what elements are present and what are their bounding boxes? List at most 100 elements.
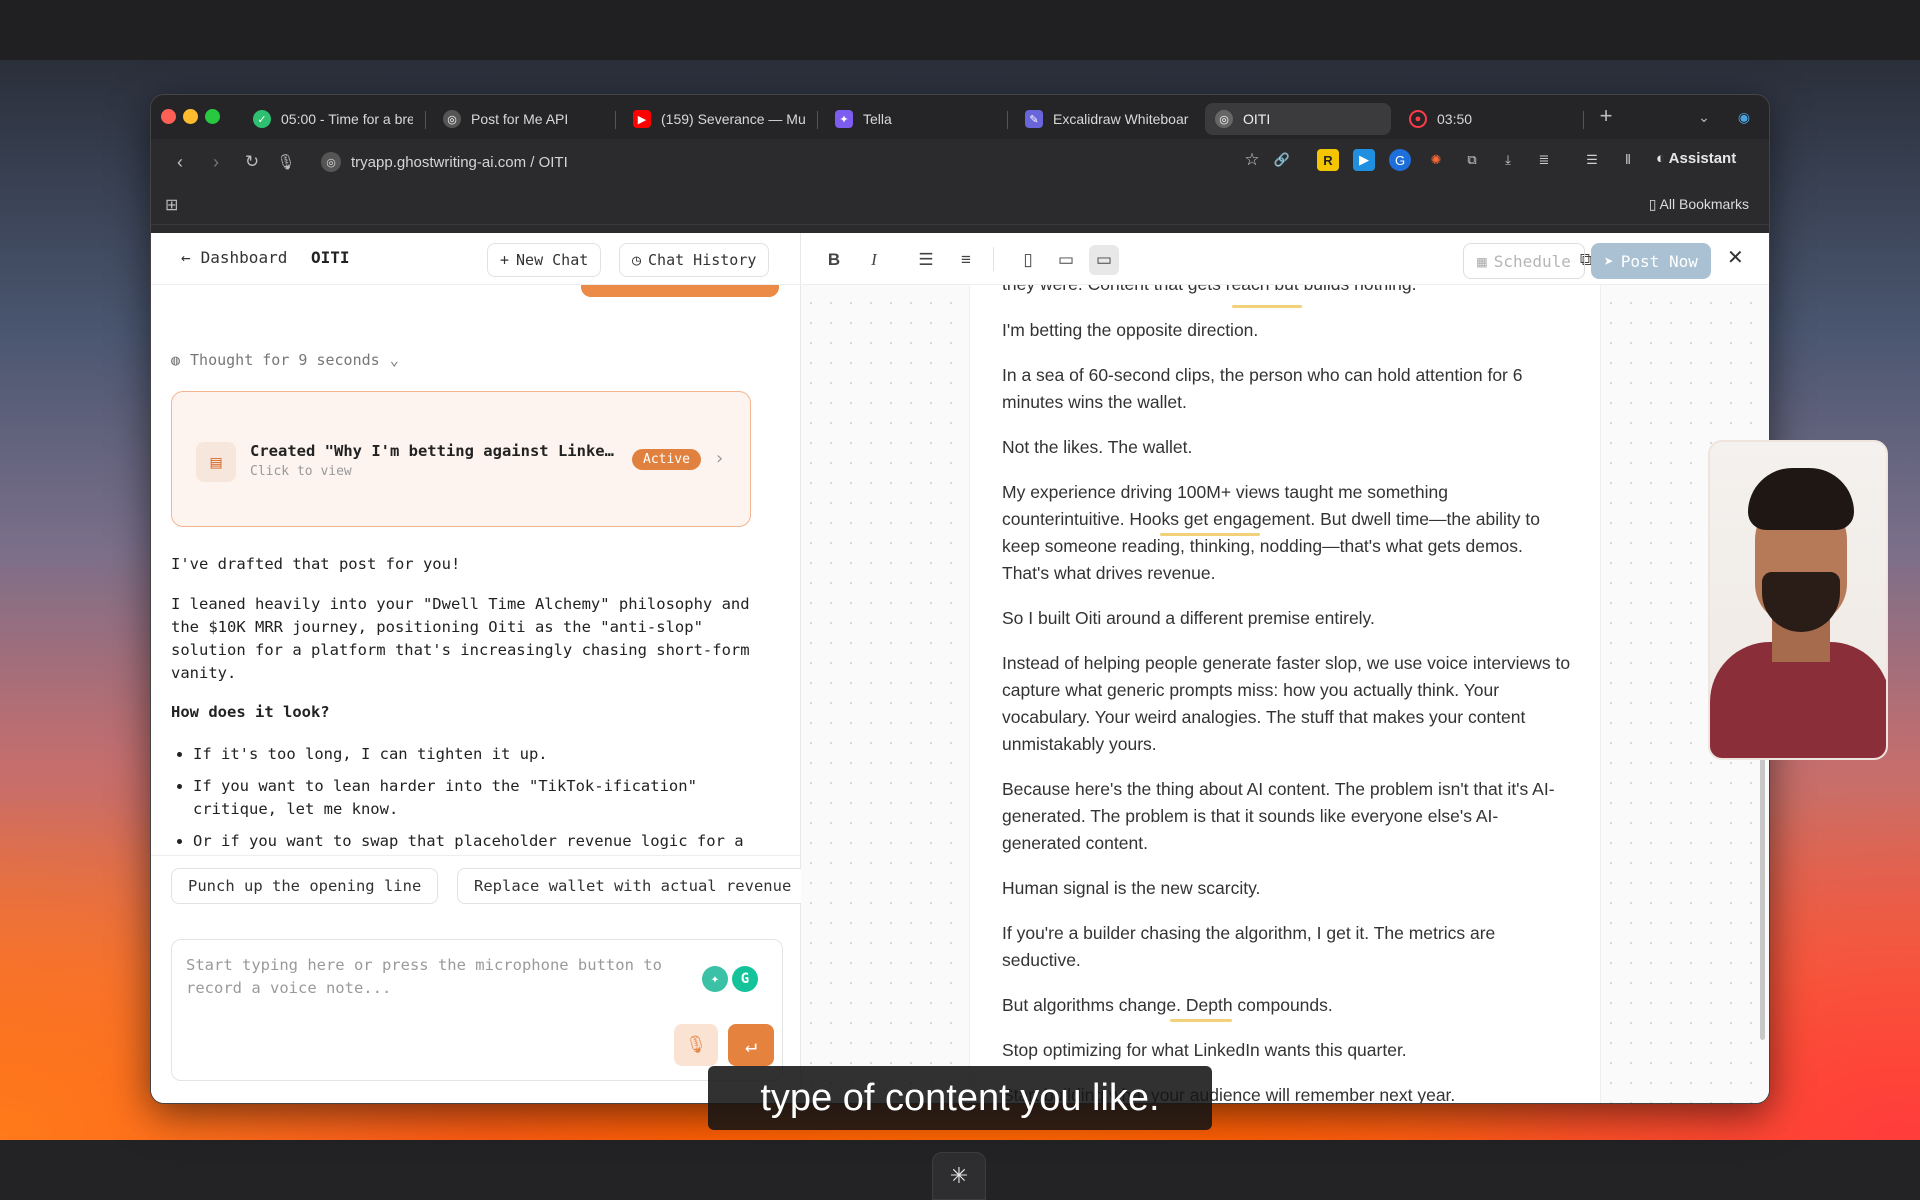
app-content: ← Dashboard OITI + New Chat ◷ Chat Histo… [151, 233, 1769, 1103]
post-now-button[interactable]: ➤ Post Now [1591, 243, 1711, 279]
list-item: If it's too long, I can tighten it up. [193, 743, 761, 766]
brain-icon: ◍ [171, 351, 181, 369]
tab-tella[interactable]: ✦ Tella [825, 103, 995, 135]
check-circle-icon: ✓ [253, 110, 271, 128]
reading-list-icon[interactable]: ≣ [1533, 149, 1555, 171]
status-badge: Active [632, 449, 701, 470]
tab-divider [1583, 111, 1584, 129]
extension-claude-icon[interactable]: ✺ [1425, 149, 1447, 171]
quick-reply-row: Punch up the opening line Replace wallet… [151, 855, 801, 911]
tab-label: (159) Severance — Mu [661, 111, 805, 127]
tab-post-for-me-api[interactable]: ◎ Post for Me API [433, 103, 603, 135]
document-icon: ▤ [196, 442, 236, 482]
post-paragraph: Instead of helping people generate faste… [1002, 653, 1571, 754]
post-editor: B I ☰ ≡ ▯ ▭ ▭ ⧉ ▦ Schedule ➤ Post Now ✕ [801, 233, 1769, 1103]
chat-history-label: Chat History [648, 251, 757, 269]
reload-icon[interactable]: ↻ [239, 149, 265, 175]
extension-g-icon[interactable]: G [1389, 149, 1411, 171]
mobile-preview-icon[interactable]: ▯ [1013, 245, 1043, 275]
all-bookmarks-button[interactable]: ▯ All Bookmarks [1649, 196, 1749, 213]
post-paragraph: In a sea of 60-second clips, the person … [1002, 365, 1523, 412]
back-to-dashboard-link[interactable]: ← Dashboard [181, 248, 287, 267]
url-text: tryapp.ghostwriting-ai.com / OITI [351, 153, 568, 171]
tab-recording[interactable]: ● 03:50 [1399, 103, 1569, 135]
quick-reply-chip[interactable]: Replace wallet with actual revenue [457, 868, 801, 904]
user-message-bubble-edge [581, 285, 779, 297]
tab-divider [425, 111, 426, 129]
tab-label: OITI [1243, 111, 1271, 127]
assistant-button[interactable]: ◐ Assistant [1656, 150, 1736, 167]
italic-icon[interactable]: I [859, 245, 889, 275]
post-paragraph: Because here's the thing about AI conten… [1002, 779, 1555, 853]
profile-icon[interactable]: ◉ [1731, 104, 1757, 130]
site-info-icon[interactable]: ◎ [321, 152, 341, 172]
grammar-extension-widgets: ✦ G [702, 966, 758, 992]
post-document[interactable]: they were. Content that gets reach but b… [969, 285, 1601, 1103]
new-tab-plus-icon[interactable]: + [1593, 103, 1619, 129]
post-paragraph: But algorithms change. Depth compounds. [1002, 995, 1333, 1015]
minimize-window-button[interactable] [183, 109, 198, 124]
tab-youtube[interactable]: ▶ (159) Severance — Mu [623, 103, 805, 135]
youtube-icon: ▶ [633, 110, 651, 128]
forward-arrow-icon[interactable]: › [203, 149, 229, 175]
extensions-puzzle-icon[interactable]: ⧉ [1461, 149, 1483, 171]
tablet-preview-icon[interactable]: ▭ [1051, 245, 1081, 275]
record-icon: ● [1409, 110, 1427, 128]
app-brand: OITI [311, 248, 350, 267]
bold-icon[interactable]: B [819, 245, 849, 275]
assistant-question: How does it look? [171, 703, 330, 721]
close-window-button[interactable] [161, 109, 176, 124]
menu-lines-icon[interactable]: ☰ [1581, 149, 1603, 171]
download-icon[interactable]: ⤓ [1497, 149, 1519, 171]
assistant-message-line: I've drafted that post for you! [171, 555, 461, 573]
new-chat-label: New Chat [516, 251, 589, 269]
tab-oiti[interactable]: ◎ OITI [1205, 103, 1391, 135]
close-editor-icon[interactable]: ✕ [1727, 245, 1744, 270]
schedule-button[interactable]: ▦ Schedule [1463, 243, 1585, 279]
record-voice-button[interactable]: 🎙 [674, 1024, 718, 1066]
bullet-list-icon[interactable]: ☰ [911, 245, 941, 275]
thought-toggle[interactable]: ◍ Thought for 9 seconds ⌄ [171, 351, 399, 369]
assistant-label: Assistant [1668, 150, 1737, 167]
message-composer[interactable]: Start typing here or press the microphon… [171, 939, 783, 1081]
lightbulb-icon[interactable]: ✦ [702, 966, 728, 992]
back-arrow-icon[interactable]: ‹ [167, 149, 193, 175]
tab-label: 05:00 - Time for a bre [281, 111, 413, 127]
desktop-preview-icon[interactable]: ▭ [1089, 245, 1119, 275]
microphone-icon[interactable]: 🎙 [273, 149, 299, 175]
assistant-message-paragraph: I leaned heavily into your "Dwell Time A… [171, 595, 750, 682]
tab-timer[interactable]: ✓ 05:00 - Time for a bre [243, 103, 413, 135]
tab-label: Post for Me API [471, 111, 569, 127]
all-bookmarks-label: All Bookmarks [1659, 196, 1749, 212]
quick-reply-chip[interactable]: Punch up the opening line [171, 868, 439, 904]
chat-history-button[interactable]: ◷ Chat History [619, 243, 770, 277]
tab-label: Excalidraw Whiteboar [1053, 111, 1189, 127]
enter-arrow-icon: ↵ [744, 1033, 758, 1057]
star-bookmark-icon[interactable]: ☆ [1241, 149, 1263, 171]
extension-play-icon[interactable]: ▶ [1353, 149, 1375, 171]
grammarly-icon[interactable]: G [732, 966, 758, 992]
list-item: Or if you want to swap that placeholder … [193, 830, 761, 855]
tab-excalidraw[interactable]: ✎ Excalidraw Whiteboar [1015, 103, 1197, 135]
card-subtitle: Click to view [250, 464, 352, 479]
maximize-window-button[interactable] [205, 109, 220, 124]
created-post-card[interactable]: ▤ Created "Why I'm betting against Linke… [171, 391, 751, 527]
dock-logo-icon[interactable]: ✳ [932, 1152, 986, 1200]
tab-divider [615, 111, 616, 129]
link-icon[interactable]: 🔗 [1271, 149, 1293, 171]
new-chat-button[interactable]: + New Chat [487, 243, 602, 277]
chevron-right-icon: › [714, 448, 725, 469]
audio-wave-icon[interactable]: ⦀ [1617, 149, 1639, 171]
thought-label: Thought for 9 seconds [190, 351, 380, 369]
extension-r-icon[interactable]: R [1317, 149, 1339, 171]
numbered-list-icon[interactable]: ≡ [951, 245, 981, 275]
tab-list-chevron-icon[interactable]: ⌄ [1691, 104, 1717, 130]
editor-scrollbar[interactable] [1760, 740, 1765, 1040]
apps-grid-icon[interactable]: ⊞ [165, 195, 178, 215]
tab-bar: ✓ 05:00 - Time for a bre ◎ Post for Me A… [151, 95, 1769, 139]
spellcheck-underline [1232, 305, 1302, 308]
url-field[interactable]: ◎ tryapp.ghostwriting-ai.com / OITI [321, 149, 568, 175]
post-paragraph: So I built Oiti around a different premi… [1002, 608, 1375, 628]
send-button[interactable]: ↵ [728, 1024, 774, 1066]
bookmarks-bar: ⊞ ▯ All Bookmarks [151, 185, 1769, 225]
